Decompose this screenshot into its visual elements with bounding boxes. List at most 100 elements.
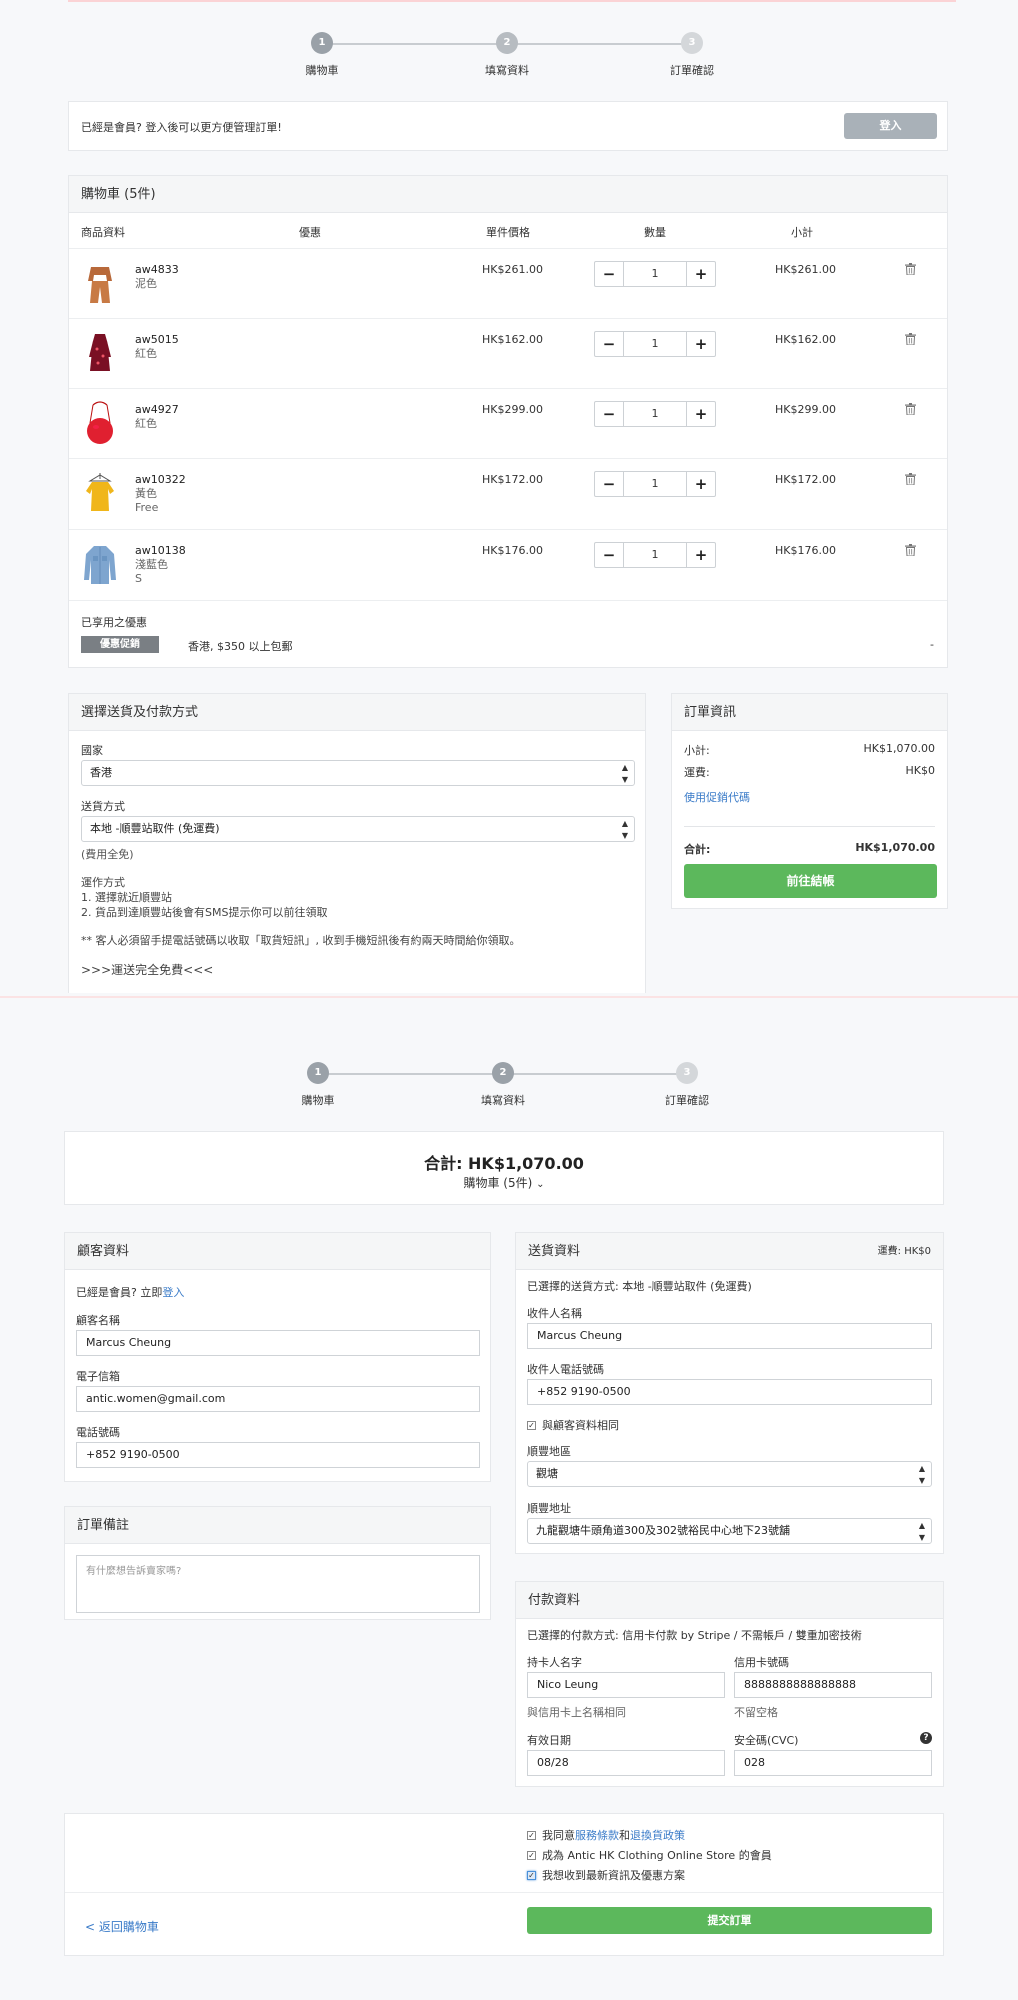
trash-icon[interactable] (905, 473, 916, 485)
email-field[interactable]: antic.women@gmail.com (76, 1386, 480, 1412)
cart-row: aw5015 紅色 HK$162.00 −1 + HK$162.00 (69, 319, 947, 389)
qty-increase-button[interactable]: + (687, 262, 715, 286)
sms-note: ** 客人必須留手提電話號碼以收取「取貨短訊」, 收到手機短訊後有約兩天時間給你… (81, 934, 521, 947)
country-select[interactable]: 香港 ▲ ▼ (81, 760, 635, 786)
instruction-step-2: 2. 貨品到達順豐站後會有SMS提示你可以前往領取 (81, 906, 328, 919)
qty-decrease-button[interactable]: − (595, 472, 623, 496)
address-label: 順豐地址 (527, 1502, 571, 1515)
product-thumbnail[interactable] (83, 331, 117, 377)
login-link[interactable]: 登入 (162, 1286, 184, 1299)
terms-of-service-link[interactable]: 服務條款 (575, 1829, 619, 1842)
card-number-field[interactable]: 8888888888888888 (734, 1672, 932, 1698)
trash-icon[interactable] (905, 263, 916, 275)
product-thumbnail[interactable] (83, 401, 117, 447)
agree-terms-and: 和 (619, 1829, 630, 1842)
coupon-code-link[interactable]: 使用促銷代碼 (684, 789, 750, 805)
recipient-phone-field[interactable]: +852 9190-0500 (527, 1379, 932, 1405)
product-sku[interactable]: aw5015 (135, 333, 179, 346)
trash-icon[interactable] (905, 544, 916, 556)
col-unit-price: 單件價格 (486, 226, 530, 239)
select-arrows-icon: ▲ ▼ (621, 819, 628, 840)
fee-note: (費用全免) (81, 848, 134, 861)
qty-input[interactable]: 1 (623, 262, 687, 286)
trash-icon[interactable] (905, 403, 916, 415)
qty-increase-button[interactable]: + (687, 543, 715, 567)
line-subtotal: HK$172.00 (775, 473, 836, 486)
login-prompt: 已經是會員? 登入後可以更方便管理訂單! (81, 121, 282, 134)
product-sku[interactable]: aw4833 (135, 263, 179, 276)
qty-input[interactable]: 1 (623, 472, 687, 496)
shipping-method-select[interactable]: 本地 -順豐站取件 (免運費) ▲ ▼ (81, 816, 635, 842)
cardholder-label: 持卡人名字 (527, 1656, 582, 1669)
promo-tag: 優惠促銷 (81, 636, 159, 653)
become-member-checkbox[interactable]: ✓ 成為 Antic HK Clothing Online Store 的會員 (527, 1847, 772, 1863)
promo-description: 香港, $350 以上包郵 (188, 640, 293, 653)
product-thumbnail[interactable] (83, 542, 117, 588)
email-label: 電子信箱 (76, 1370, 120, 1383)
qty-input[interactable]: 1 (623, 402, 687, 426)
summary-subtotal-label: 小計: (684, 744, 710, 757)
expiry-field[interactable]: 08/28 (527, 1750, 725, 1776)
customer-name-field[interactable]: Marcus Cheung (76, 1330, 480, 1356)
remarks-textarea[interactable]: 有什麼想告訴賣家嗎? (76, 1555, 480, 1613)
qty-decrease-button[interactable]: − (595, 402, 623, 426)
product-thumbnail[interactable] (83, 261, 117, 307)
same-as-customer-checkbox[interactable]: ✓ 與顧客資料相同 (527, 1417, 619, 1433)
shipping-panel-title: 選擇送貨及付款方式 (69, 694, 645, 731)
return-policy-link[interactable]: 退換貨政策 (630, 1829, 685, 1842)
become-member-label: 成為 Antic HK Clothing Online Store 的會員 (542, 1849, 772, 1862)
submit-order-button[interactable]: 提交訂單 (527, 1907, 932, 1934)
product-thumbnail[interactable] (83, 471, 117, 517)
qty-decrease-button[interactable]: − (595, 262, 623, 286)
qty-decrease-button[interactable]: − (595, 332, 623, 356)
qty-increase-button[interactable]: + (687, 332, 715, 356)
free-shipping-banner: >>>運送完全免費<<< (81, 963, 214, 977)
payment-panel-title: 付款資料 (516, 1582, 943, 1619)
country-value: 香港 (90, 766, 112, 779)
trash-icon[interactable] (905, 333, 916, 345)
agree-terms-checkbox[interactable]: ✓ 我同意服務條款和退換貨政策 (527, 1827, 685, 1843)
qty-decrease-button[interactable]: − (595, 543, 623, 567)
newsletter-label: 我想收到最新資訊及優惠方案 (542, 1869, 685, 1882)
qty-input[interactable]: 1 (623, 332, 687, 356)
product-sku[interactable]: aw10138 (135, 544, 186, 557)
region-value: 觀塘 (536, 1467, 558, 1480)
address-select[interactable]: 九龍觀塘牛頭角道300及302號裕民中心地下23號舖 ▲ ▼ (527, 1518, 932, 1544)
agree-terms-prefix: 我同意 (542, 1829, 575, 1842)
product-sku[interactable]: aw4927 (135, 403, 179, 416)
line-subtotal: HK$162.00 (775, 333, 836, 346)
login-button[interactable]: 登入 (844, 113, 937, 139)
applied-promo-title: 已享用之優惠 (81, 616, 147, 629)
cvc-field[interactable]: 028 (734, 1750, 932, 1776)
cart-row: aw10322 黃色 Free HK$172.00 −1 + HK$172.00 (69, 459, 947, 530)
help-icon[interactable]: ? (920, 1732, 932, 1744)
summary-shipping-value: HK$0 (905, 764, 935, 777)
product-size: S (135, 572, 142, 585)
qty-increase-button[interactable]: + (687, 402, 715, 426)
summary-shipping-label: 運費: (684, 766, 710, 779)
recipient-name-field[interactable]: Marcus Cheung (527, 1323, 932, 1349)
instruction-step-1: 1. 選擇就近順豐站 (81, 891, 172, 904)
product-variant: 泥色 (135, 277, 157, 290)
selected-payment-method: 已選擇的付款方式: 信用卡付款 by Stripe / 不需帳戶 / 雙重加密技… (527, 1629, 862, 1642)
summary-subtotal-value: HK$1,070.00 (863, 742, 935, 755)
region-select[interactable]: 觀塘 ▲ ▼ (527, 1461, 932, 1487)
col-qty: 數量 (644, 226, 666, 239)
cardholder-name-field[interactable]: Nico Leung (527, 1672, 725, 1698)
cart-panel: 購物車 (5件) 商品資料 優惠 單件價格 數量 小計 aw4833 泥色 HK$… (68, 175, 948, 668)
qty-increase-button[interactable]: + (687, 472, 715, 496)
back-to-cart-link[interactable]: < 返回購物車 (85, 1918, 159, 1935)
same-as-customer-label: 與顧客資料相同 (542, 1419, 619, 1432)
product-sku[interactable]: aw10322 (135, 473, 186, 486)
cart-summary-toggle[interactable]: 購物車 (5件) ⌄ (65, 1174, 943, 1191)
qty-input[interactable]: 1 (623, 543, 687, 567)
proceed-checkout-button[interactable]: 前往結帳 (684, 864, 937, 898)
phone-label: 電話號碼 (76, 1426, 120, 1439)
country-label: 國家 (81, 744, 103, 757)
newsletter-checkbox[interactable]: ✓ 我想收到最新資訊及優惠方案 (527, 1867, 685, 1883)
unit-price: HK$172.00 (482, 473, 543, 486)
phone-field[interactable]: +852 9190-0500 (76, 1442, 480, 1468)
delivery-fee: 運費: HK$0 (877, 1246, 931, 1257)
card-number-hint: 不留空格 (734, 1706, 778, 1719)
cart-title: 購物車 (5件) (69, 176, 947, 213)
